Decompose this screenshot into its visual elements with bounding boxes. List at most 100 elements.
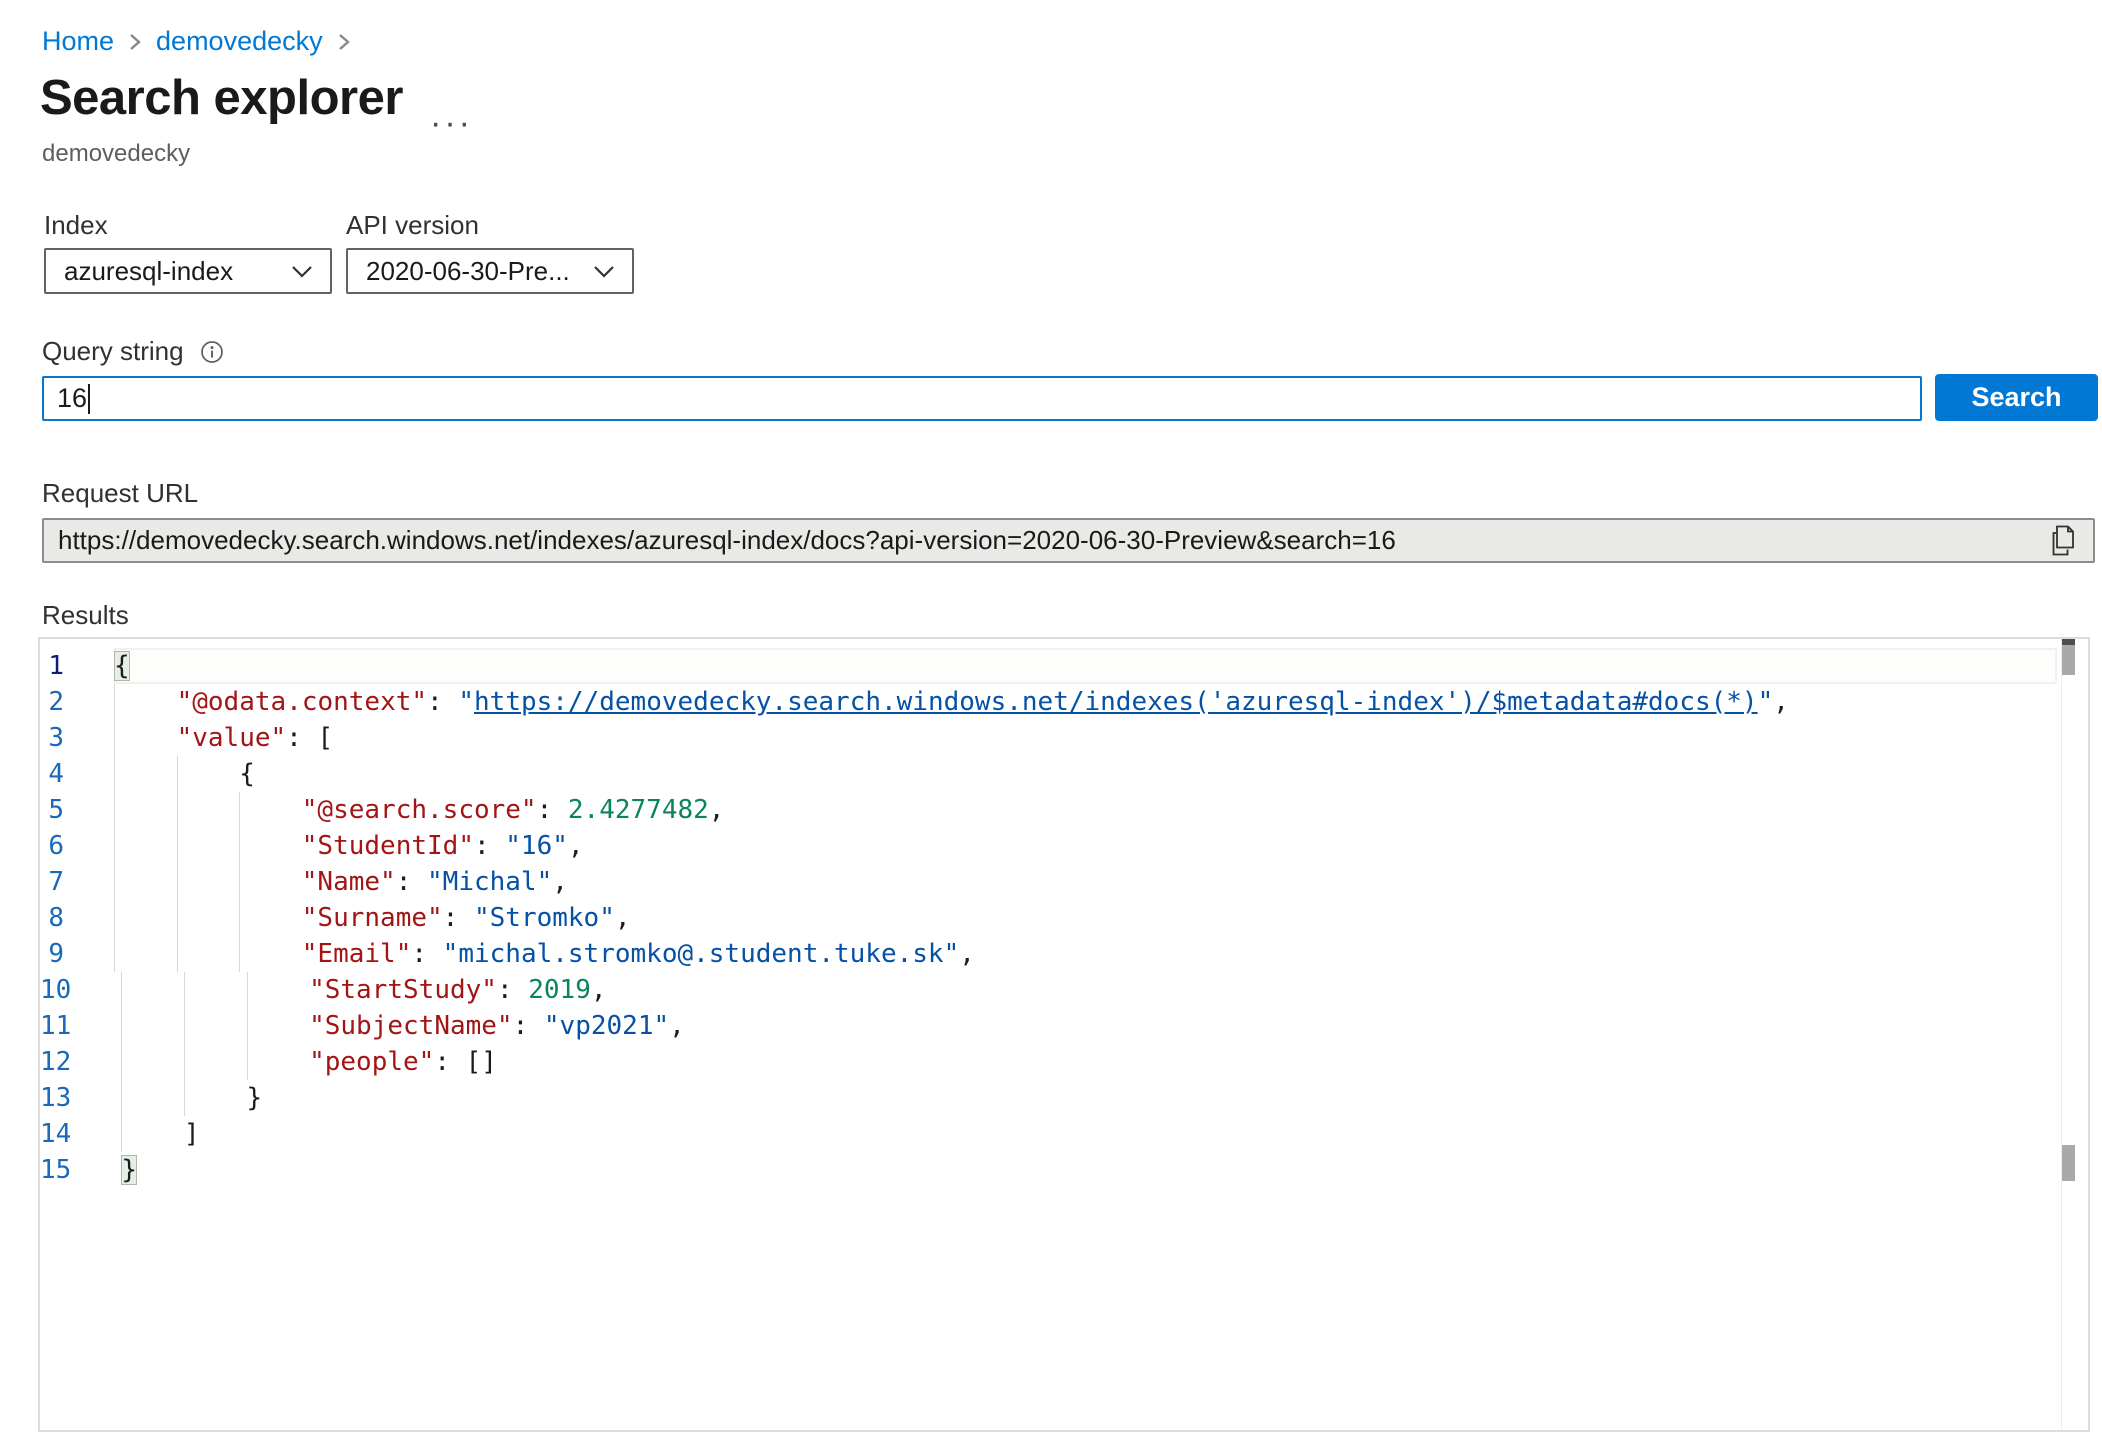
- indent-guide: [114, 900, 177, 936]
- info-icon[interactable]: [200, 340, 224, 364]
- indent-guide: [114, 684, 177, 720]
- code-line-content: ]: [121, 1116, 2057, 1152]
- code-line: 3"value": [: [40, 720, 2057, 756]
- index-dropdown[interactable]: azuresql-index: [44, 248, 332, 294]
- indent-guide: [114, 936, 177, 972]
- indent-guide: [114, 828, 177, 864]
- code-token: :: [396, 867, 427, 897]
- index-label: Index: [44, 210, 108, 241]
- code-line-content: }: [121, 1152, 2057, 1188]
- line-number: 7: [40, 864, 114, 900]
- code-line: 4{: [40, 756, 2057, 792]
- code-line-content: "StartStudy": 2019,: [121, 972, 2057, 1008]
- code-token: ,: [552, 867, 568, 897]
- code-line: 8"Surname": "Stromko",: [40, 900, 2057, 936]
- results-editor[interactable]: 1{2"@odata.context": "https://demovedeck…: [38, 637, 2090, 1432]
- query-string-input[interactable]: 16: [42, 376, 1922, 421]
- code-token: ,: [568, 831, 584, 861]
- indent-guide: [121, 972, 184, 1008]
- copy-icon[interactable]: [2052, 525, 2079, 556]
- code-token: "StudentId": [302, 831, 474, 861]
- line-number: 2: [40, 684, 114, 720]
- indent-guide: [247, 972, 310, 1008]
- code-line: 12"people": []: [40, 1044, 2057, 1080]
- code-line: 7"Name": "Michal",: [40, 864, 2057, 900]
- indent-guide: [177, 828, 240, 864]
- code-token: "michal.stromko@.student.tuke.sk": [443, 939, 960, 969]
- indent-guide: [121, 1080, 184, 1116]
- code-token: "Surname": [302, 903, 443, 933]
- line-number: 13: [40, 1080, 121, 1116]
- line-number: 5: [40, 792, 114, 828]
- chevron-right-icon: [336, 30, 352, 54]
- indent-guide: [121, 1008, 184, 1044]
- code-token: ": [1758, 687, 1774, 717]
- indent-guide: [184, 972, 247, 1008]
- code-line-content: "value": [: [114, 720, 2057, 756]
- indent-guide: [239, 792, 302, 828]
- indent-guide: [114, 756, 177, 792]
- scrollbar-thumb[interactable]: [2062, 645, 2075, 675]
- code-token: "Michal": [427, 867, 552, 897]
- indent-guide: [239, 900, 302, 936]
- line-number: 3: [40, 720, 114, 756]
- code-line-content: "Surname": "Stromko",: [114, 900, 2057, 936]
- code-token: ,: [591, 975, 607, 1005]
- odata-context-link[interactable]: https://demovedecky.search.windows.net/i…: [474, 687, 1758, 717]
- indent-guide: [184, 1008, 247, 1044]
- code-line-content: }: [121, 1080, 2057, 1116]
- code-token: :: [513, 1011, 544, 1041]
- indent-guide: [184, 1080, 247, 1116]
- indent-guide: [184, 1044, 247, 1080]
- indent-guide: [177, 864, 240, 900]
- line-number: 8: [40, 900, 114, 936]
- code-line-content: "Email": "michal.stromko@.student.tuke.s…: [114, 936, 2057, 972]
- search-button[interactable]: Search: [1935, 374, 2098, 421]
- code-token: :: [474, 831, 505, 861]
- more-actions-icon[interactable]: ···: [430, 118, 473, 128]
- code-line-content: {: [114, 648, 2057, 684]
- indent-guide: [247, 1044, 310, 1080]
- code-token: }: [247, 1083, 263, 1113]
- code-token: :: [443, 903, 474, 933]
- chevron-down-icon: [290, 264, 314, 279]
- code-token: ": [458, 687, 474, 717]
- code-line-content: "SubjectName": "vp2021",: [121, 1008, 2057, 1044]
- index-dropdown-value: azuresql-index: [64, 256, 233, 287]
- code-line-content: "Name": "Michal",: [114, 864, 2057, 900]
- indent-guide: [121, 1044, 184, 1080]
- indent-guide: [239, 828, 302, 864]
- request-url-label: Request URL: [42, 478, 198, 509]
- code-token: "value": [177, 723, 287, 753]
- code-token: :: [497, 975, 528, 1005]
- code-line: 5"@search.score": 2.4277482,: [40, 792, 2057, 828]
- page-subtitle: demovedecky: [42, 140, 190, 168]
- code-line: 15}: [40, 1152, 2057, 1188]
- breadcrumb-home-link[interactable]: Home: [42, 26, 114, 57]
- api-version-dropdown[interactable]: 2020-06-30-Pre...: [346, 248, 634, 294]
- code-line: 11"SubjectName": "vp2021",: [40, 1008, 2057, 1044]
- code-line-content: "people": []: [121, 1044, 2057, 1080]
- search-explorer-page: Home demovedecky Search explorer ··· dem…: [0, 0, 2102, 1436]
- line-number: 15: [40, 1152, 121, 1188]
- code-line-content: "@search.score": 2.4277482,: [114, 792, 2057, 828]
- code-token: : [: [286, 723, 333, 753]
- code-token: "16": [505, 831, 568, 861]
- results-label: Results: [42, 600, 129, 631]
- indent-guide: [239, 936, 302, 972]
- scrollbar-track: [2061, 639, 2062, 1430]
- query-string-label-row: Query string: [42, 336, 224, 367]
- line-number: 11: [40, 1008, 121, 1044]
- code-token: ,: [1773, 687, 1789, 717]
- indent-guide: [114, 720, 177, 756]
- code-token: "people": [309, 1047, 434, 1077]
- code-token: "vp2021": [544, 1011, 669, 1041]
- request-url-field[interactable]: https://demovedecky.search.windows.net/i…: [42, 518, 2095, 563]
- api-version-label: API version: [346, 210, 479, 241]
- breadcrumb-demovedecky-link[interactable]: demovedecky: [156, 26, 323, 57]
- code-token: "Email": [302, 939, 412, 969]
- code-token: }: [121, 1155, 137, 1185]
- query-string-value: 16: [57, 383, 87, 414]
- code-token: :: [411, 939, 442, 969]
- line-number: 14: [40, 1116, 121, 1152]
